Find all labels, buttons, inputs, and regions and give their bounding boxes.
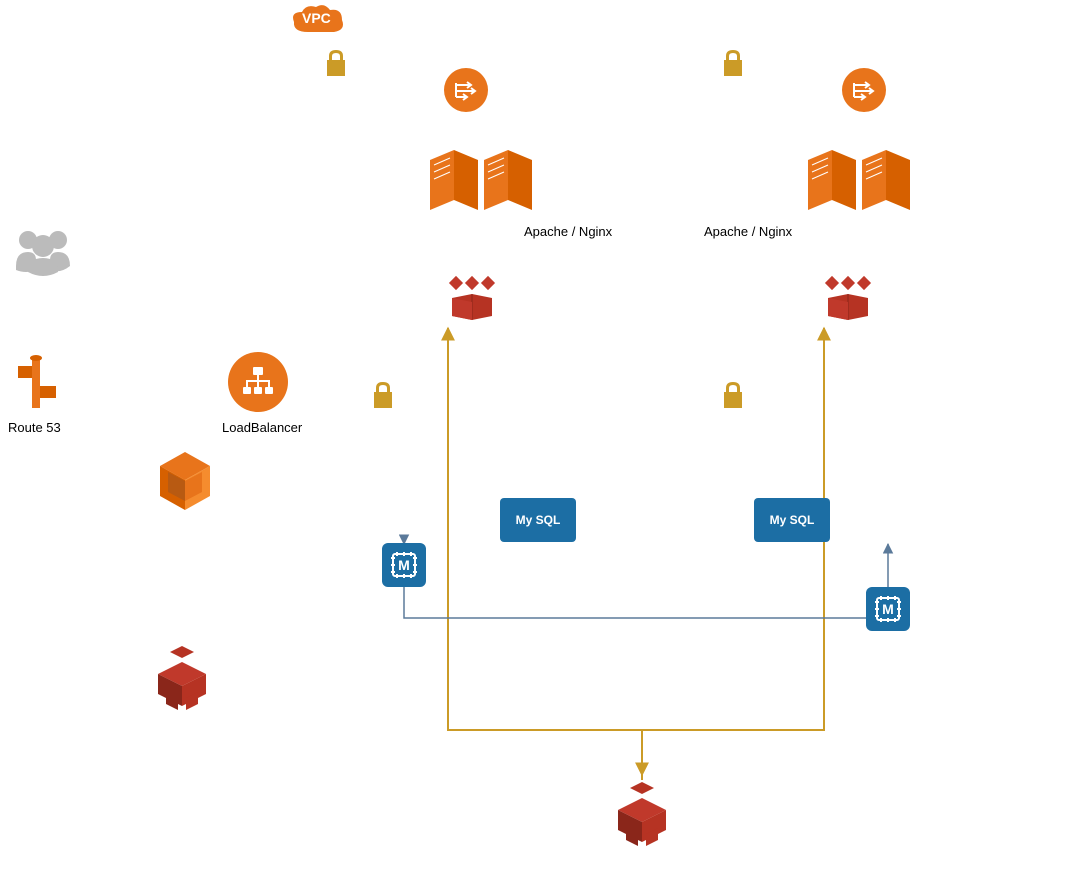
ec2-instances-icon xyxy=(808,150,910,215)
ec2-instances-icon xyxy=(430,150,532,215)
mysql-icon: My SQL xyxy=(754,498,830,542)
memcache-letter: M xyxy=(398,557,410,573)
memcache-icon: M xyxy=(866,587,910,631)
vpc-label: VPC xyxy=(302,10,331,26)
mysql-label: My SQL xyxy=(770,513,815,527)
cloudfront-icon xyxy=(150,448,220,523)
lock-icon xyxy=(323,48,349,83)
loadbalancer-icon xyxy=(228,352,288,412)
memcache-icon: M xyxy=(382,543,426,587)
redis-icon xyxy=(826,278,870,327)
lock-icon xyxy=(720,48,746,83)
users-icon xyxy=(8,224,78,285)
connectors xyxy=(0,0,1090,879)
label-loadbalancer-label: LoadBalancer xyxy=(218,418,306,437)
label-apache-left-label: Apache / Nginx xyxy=(520,222,616,241)
subnet-icon xyxy=(842,68,886,112)
subnet-icon xyxy=(444,68,488,112)
label-apache-right-label: Apache / Nginx xyxy=(700,222,796,241)
route53-icon xyxy=(12,352,66,417)
s3-icon xyxy=(152,644,212,719)
s3-icon xyxy=(612,780,672,855)
memcache-letter: M xyxy=(882,601,894,617)
lock-icon xyxy=(720,380,746,415)
mysql-icon: My SQL xyxy=(500,498,576,542)
label-route53-label: Route 53 xyxy=(4,418,65,437)
lock-icon xyxy=(370,380,396,415)
mysql-label: My SQL xyxy=(516,513,561,527)
redis-icon xyxy=(450,278,494,327)
vpc-icon: VPC xyxy=(288,2,1090,47)
